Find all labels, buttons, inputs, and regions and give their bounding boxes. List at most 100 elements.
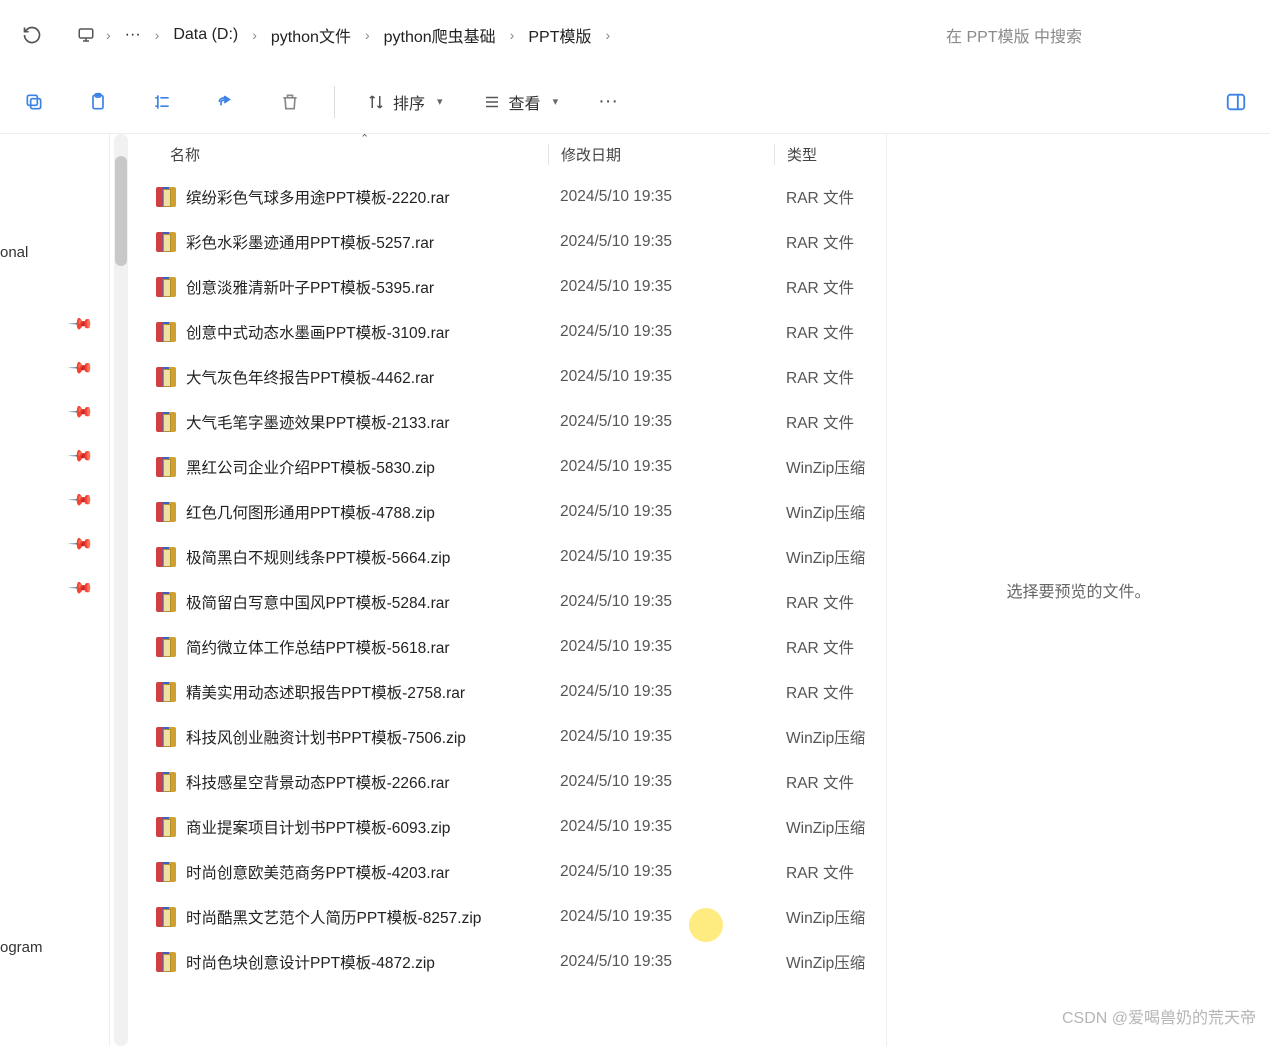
navigation-pane[interactable]: onal 📌 📌 📌 📌 📌 📌 📌 ogram (0, 134, 110, 1046)
breadcrumb[interactable]: › ··· › Data (D:) › python文件 › python爬虫基… (62, 11, 922, 59)
preview-empty-text: 选择要预览的文件。 (1006, 578, 1150, 602)
pin-icon[interactable]: 📌 (67, 574, 95, 602)
breadcrumb-item[interactable]: Data (D:) (163, 22, 248, 48)
file-name: 时尚创意欧美范商务PPT模板-4203.rar (186, 861, 450, 883)
nav-text-fragment: onal (0, 244, 28, 261)
file-type: WinZip压缩 (774, 501, 886, 523)
pin-icon[interactable]: 📌 (67, 442, 95, 470)
search-input[interactable]: 在 PPT模版 中搜索 (930, 11, 1260, 59)
file-row[interactable]: 科技风创业融资计划书PPT模板-7506.zip2024/5/10 19:35W… (128, 714, 886, 759)
scrollbar-thumb[interactable] (115, 156, 127, 266)
file-date: 2024/5/10 19:35 (548, 953, 774, 971)
file-row[interactable]: 科技感星空背景动态PPT模板-2266.rar2024/5/10 19:35RA… (128, 759, 886, 804)
breadcrumb-item[interactable]: PPT模版 (518, 19, 601, 51)
file-row[interactable]: 大气灰色年终报告PPT模板-4462.rar2024/5/10 19:35RAR… (128, 354, 886, 399)
file-name: 时尚色块创意设计PPT模板-4872.zip (186, 951, 435, 973)
archive-icon (156, 637, 176, 657)
breadcrumb-item[interactable]: python爬虫基础 (374, 19, 506, 51)
toolbar: 排序 ▾ 查看 ▾ ··· (0, 70, 1270, 134)
file-row[interactable]: 创意淡雅清新叶子PPT模板-5395.rar2024/5/10 19:35RAR… (128, 264, 886, 309)
file-row[interactable]: 彩色水彩墨迹通用PPT模板-5257.rar2024/5/10 19:35RAR… (128, 219, 886, 264)
address-bar: › ··· › Data (D:) › python文件 › python爬虫基… (0, 0, 1270, 70)
main-area: onal 📌 📌 📌 📌 📌 📌 📌 ogram ⌃ 名称 修改日期 类型 缤纷… (0, 134, 1270, 1046)
pin-icon[interactable]: 📌 (67, 530, 95, 558)
file-type: RAR 文件 (774, 591, 886, 613)
file-name: 大气灰色年终报告PPT模板-4462.rar (186, 366, 434, 388)
file-row[interactable]: 精美实用动态述职报告PPT模板-2758.rar2024/5/10 19:35R… (128, 669, 886, 714)
file-row[interactable]: 极简黑白不规则线条PPT模板-5664.zip2024/5/10 19:35Wi… (128, 534, 886, 579)
nav-text-fragment: ogram (0, 939, 43, 956)
file-date: 2024/5/10 19:35 (548, 188, 774, 206)
view-button[interactable]: 查看 ▾ (475, 86, 567, 118)
file-type: RAR 文件 (774, 861, 886, 883)
column-header-date[interactable]: 修改日期 (548, 144, 774, 165)
chevron-down-icon: ▾ (553, 95, 559, 108)
chevron-right-icon: › (363, 27, 372, 43)
pin-icon[interactable]: 📌 (67, 354, 95, 382)
column-header-type[interactable]: 类型 (774, 144, 886, 165)
file-type: RAR 文件 (774, 681, 886, 703)
file-type: RAR 文件 (774, 231, 886, 253)
archive-icon (156, 907, 176, 927)
archive-icon (156, 682, 176, 702)
file-date: 2024/5/10 19:35 (548, 593, 774, 611)
file-name: 大气毛笔字墨迹效果PPT模板-2133.rar (186, 411, 450, 433)
refresh-button[interactable] (10, 13, 54, 57)
chevron-right-icon: › (603, 27, 612, 43)
file-type: RAR 文件 (774, 186, 886, 208)
file-name: 精美实用动态述职报告PPT模板-2758.rar (186, 681, 465, 703)
file-date: 2024/5/10 19:35 (548, 278, 774, 296)
file-date: 2024/5/10 19:35 (548, 503, 774, 521)
archive-icon (156, 457, 176, 477)
file-row[interactable]: 大气毛笔字墨迹效果PPT模板-2133.rar2024/5/10 19:35RA… (128, 399, 886, 444)
file-date: 2024/5/10 19:35 (548, 638, 774, 656)
file-row[interactable]: 商业提案项目计划书PPT模板-6093.zip2024/5/10 19:35Wi… (128, 804, 886, 849)
archive-icon (156, 727, 176, 747)
rename-button[interactable] (142, 82, 182, 122)
file-type: WinZip压缩 (774, 726, 886, 748)
file-name: 黑红公司企业介绍PPT模板-5830.zip (186, 456, 435, 478)
column-headers: ⌃ 名称 修改日期 类型 (128, 134, 886, 174)
column-header-name[interactable]: 名称 (128, 144, 548, 165)
monitor-icon[interactable] (70, 19, 102, 51)
file-row[interactable]: 创意中式动态水墨画PPT模板-3109.rar2024/5/10 19:35RA… (128, 309, 886, 354)
delete-button[interactable] (270, 82, 310, 122)
file-row[interactable]: 时尚色块创意设计PPT模板-4872.zip 2024/5/10 19:35Win… (128, 939, 886, 984)
file-row[interactable]: 黑红公司企业介绍PPT模板-5830.zip2024/5/10 19:35Win… (128, 444, 886, 489)
file-date: 2024/5/10 19:35 (548, 818, 774, 836)
file-date: 2024/5/10 19:35 (548, 458, 774, 476)
file-type: WinZip压缩 (774, 951, 886, 973)
details-pane-button[interactable] (1216, 82, 1256, 122)
file-row[interactable]: 时尚酷黑文艺范个人简历PPT模板-8257.zip2024/5/10 19:35… (128, 894, 886, 939)
sort-button[interactable]: 排序 ▾ (359, 86, 451, 118)
file-row[interactable]: 红色几何图形通用PPT模板-4788.zip 2024/5/10 19:35Win… (128, 489, 886, 534)
chevron-right-icon: › (104, 27, 113, 43)
nav-scrollbar[interactable] (114, 134, 128, 1046)
pin-icon[interactable]: 📌 (67, 398, 95, 426)
file-list-area: ⌃ 名称 修改日期 类型 缤纷彩色气球多用途PPT模板-2220.rar2024… (128, 134, 1270, 1046)
paste-button[interactable] (78, 82, 118, 122)
archive-icon (156, 952, 176, 972)
archive-icon (156, 412, 176, 432)
file-name: 科技感星空背景动态PPT模板-2266.rar (186, 771, 450, 793)
file-date: 2024/5/10 19:35 (548, 773, 774, 791)
breadcrumb-item[interactable]: python文件 (261, 19, 361, 51)
toolbar-divider (334, 86, 335, 118)
file-rows: 缤纷彩色气球多用途PPT模板-2220.rar2024/5/10 19:35RA… (128, 174, 886, 984)
archive-icon (156, 322, 176, 342)
share-button[interactable] (206, 82, 246, 122)
file-row[interactable]: 缤纷彩色气球多用途PPT模板-2220.rar2024/5/10 19:35RA… (128, 174, 886, 219)
file-row[interactable]: 简约微立体工作总结PPT模板-5618.rar2024/5/10 19:35RA… (128, 624, 886, 669)
copy-button[interactable] (14, 82, 54, 122)
file-row[interactable]: 极简留白写意中国风PPT模板-5284.rar2024/5/10 19:35RA… (128, 579, 886, 624)
file-date: 2024/5/10 19:35 (548, 413, 774, 431)
file-name: 红色几何图形通用PPT模板-4788.zip (186, 501, 435, 523)
file-date: 2024/5/10 19:35 (548, 323, 774, 341)
file-date: 2024/5/10 19:35 (548, 728, 774, 746)
more-button[interactable]: ··· (590, 86, 626, 117)
pin-icon[interactable]: 📌 (67, 486, 95, 514)
file-row[interactable]: 时尚创意欧美范商务PPT模板-4203.rar2024/5/10 19:35RA… (128, 849, 886, 894)
file-name: 简约微立体工作总结PPT模板-5618.rar (186, 636, 450, 658)
pin-icon[interactable]: 📌 (67, 310, 95, 338)
breadcrumb-overflow[interactable]: ··· (115, 22, 151, 48)
